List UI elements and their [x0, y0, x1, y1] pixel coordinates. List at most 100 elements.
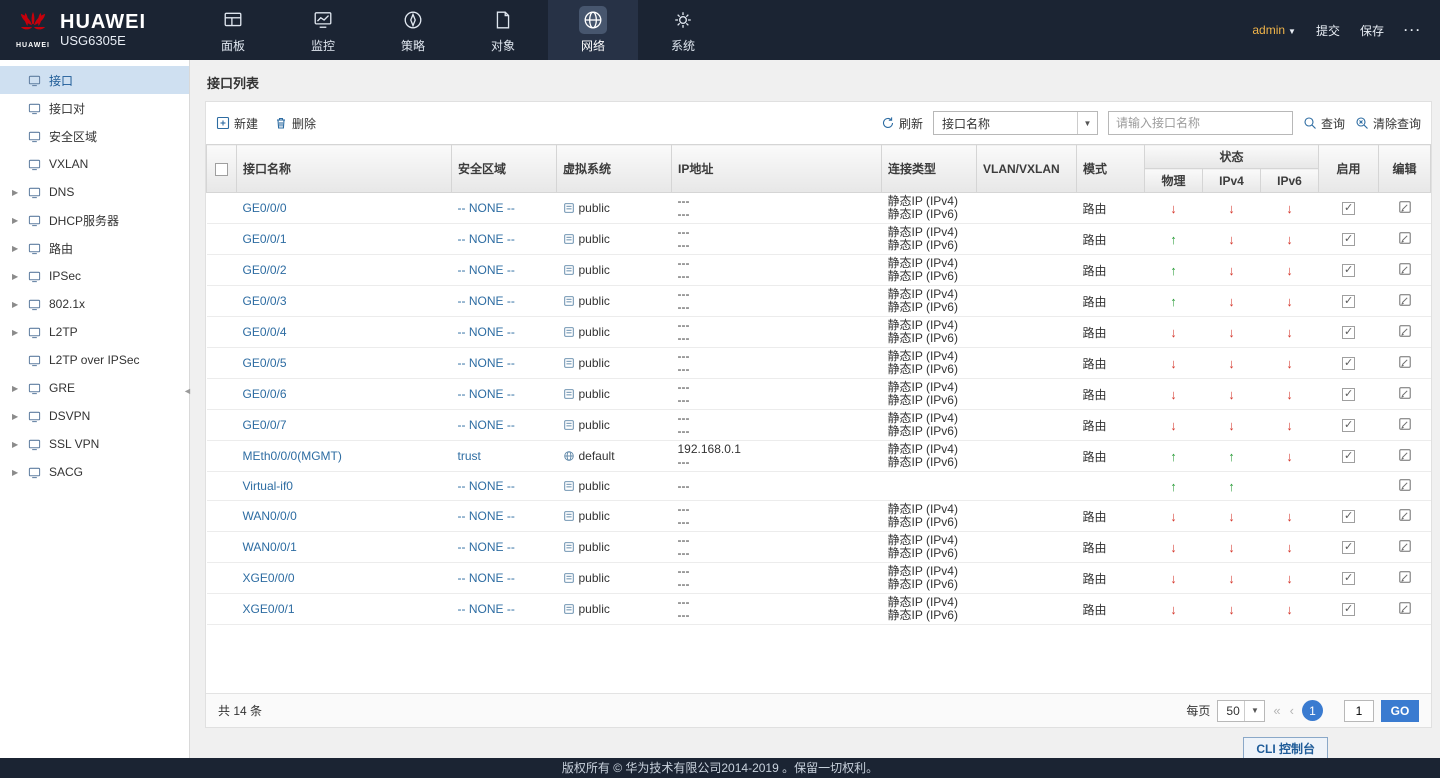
sidebar-item-DHCP服务器[interactable]: ▶DHCP服务器 — [0, 206, 189, 234]
commit-button[interactable]: 提交 — [1316, 22, 1340, 39]
sidebar-item-L2TP[interactable]: ▶L2TP — [0, 318, 189, 346]
enable-checkbox[interactable]: ✓ — [1342, 357, 1355, 370]
nav-item-对象[interactable]: 对象 — [458, 0, 548, 60]
edit-icon[interactable] — [1398, 448, 1412, 462]
sidebar-item-接口[interactable]: 接口 — [0, 66, 189, 94]
enable-checkbox[interactable]: ✓ — [1342, 603, 1355, 616]
col-security-zone[interactable]: 安全区域 — [452, 145, 557, 193]
interface-name-link[interactable]: WAN0/0/0 — [243, 509, 297, 523]
sidebar-item-DNS[interactable]: ▶DNS — [0, 178, 189, 206]
new-button[interactable]: 新建 — [216, 115, 258, 132]
interface-name-link[interactable]: MEth0/0/0(MGMT) — [243, 449, 342, 463]
clear-query-button[interactable]: 清除查询 — [1355, 115, 1421, 132]
col-ipv4[interactable]: IPv4 — [1203, 169, 1261, 193]
expand-arrow-icon[interactable]: ▶ — [12, 384, 28, 393]
zone-link[interactable]: -- NONE -- — [458, 325, 515, 339]
query-button[interactable]: 查询 — [1303, 115, 1345, 132]
interface-name-link[interactable]: GE0/0/4 — [243, 325, 287, 339]
filter-field-select[interactable]: 接口名称 ▼ — [933, 111, 1098, 135]
sidebar-item-DSVPN[interactable]: ▶DSVPN — [0, 402, 189, 430]
enable-checkbox[interactable]: ✓ — [1342, 572, 1355, 585]
sidebar-item-安全区域[interactable]: 安全区域 — [0, 122, 189, 150]
edit-icon[interactable] — [1398, 293, 1412, 307]
enable-checkbox[interactable]: ✓ — [1342, 264, 1355, 277]
enable-checkbox[interactable]: ✓ — [1342, 541, 1355, 554]
search-input[interactable] — [1108, 111, 1293, 135]
nav-item-面板[interactable]: 面板 — [188, 0, 278, 60]
enable-checkbox[interactable]: ✓ — [1342, 388, 1355, 401]
col-connection-type[interactable]: 连接类型 — [882, 145, 977, 193]
expand-arrow-icon[interactable]: ▶ — [12, 328, 28, 337]
delete-button[interactable]: 删除 — [274, 115, 316, 132]
goto-page-input[interactable] — [1344, 700, 1374, 722]
enable-checkbox[interactable]: ✓ — [1342, 202, 1355, 215]
enable-checkbox[interactable]: ✓ — [1342, 295, 1355, 308]
zone-link[interactable]: -- NONE -- — [458, 540, 515, 554]
expand-arrow-icon[interactable]: ▶ — [12, 244, 28, 253]
nav-item-系统[interactable]: 系统 — [638, 0, 728, 60]
zone-link[interactable]: -- NONE -- — [458, 479, 515, 493]
edit-icon[interactable] — [1398, 200, 1412, 214]
refresh-button[interactable]: 刷新 — [881, 115, 923, 132]
sidebar-item-GRE[interactable]: ▶GRE — [0, 374, 189, 402]
enable-checkbox[interactable]: ✓ — [1342, 450, 1355, 463]
edit-icon[interactable] — [1398, 570, 1412, 584]
edit-icon[interactable] — [1398, 478, 1412, 492]
current-page-button[interactable]: 1 — [1302, 700, 1323, 721]
zone-link[interactable]: -- NONE -- — [458, 571, 515, 585]
sidebar-item-路由[interactable]: ▶路由 — [0, 234, 189, 262]
edit-icon[interactable] — [1398, 386, 1412, 400]
sidebar-item-SACG[interactable]: ▶SACG — [0, 458, 189, 486]
save-button[interactable]: 保存 — [1360, 22, 1384, 39]
expand-arrow-icon[interactable]: ▶ — [12, 272, 28, 281]
sidebar-item-接口对[interactable]: 接口对 — [0, 94, 189, 122]
col-vlan-vxlan[interactable]: VLAN/VXLAN — [977, 145, 1077, 193]
sidebar-item-VXLAN[interactable]: VXLAN — [0, 150, 189, 178]
enable-checkbox[interactable]: ✓ — [1342, 233, 1355, 246]
expand-arrow-icon[interactable]: ▶ — [12, 188, 28, 197]
zone-link[interactable]: -- NONE -- — [458, 509, 515, 523]
zone-link[interactable]: -- NONE -- — [458, 263, 515, 277]
sidebar-item-IPSec[interactable]: ▶IPSec — [0, 262, 189, 290]
col-ipv6[interactable]: IPv6 — [1261, 169, 1319, 193]
interface-name-link[interactable]: XGE0/0/0 — [243, 571, 295, 585]
interface-name-link[interactable]: GE0/0/2 — [243, 263, 287, 277]
interface-name-link[interactable]: GE0/0/0 — [243, 201, 287, 215]
enable-checkbox[interactable]: ✓ — [1342, 326, 1355, 339]
zone-link[interactable]: -- NONE -- — [458, 201, 515, 215]
nav-item-网络[interactable]: 网络 — [548, 0, 638, 60]
expand-arrow-icon[interactable]: ▶ — [12, 412, 28, 421]
first-page-icon[interactable]: « — [1272, 703, 1281, 718]
sidebar-item-802.1x[interactable]: ▶802.1x — [0, 290, 189, 318]
go-button[interactable]: GO — [1381, 700, 1419, 722]
interface-name-link[interactable]: GE0/0/5 — [243, 356, 287, 370]
zone-link[interactable]: -- NONE -- — [458, 602, 515, 616]
interface-name-link[interactable]: GE0/0/3 — [243, 294, 287, 308]
nav-item-监控[interactable]: 监控 — [278, 0, 368, 60]
zone-link[interactable]: trust — [458, 449, 481, 463]
interface-name-link[interactable]: XGE0/0/1 — [243, 602, 295, 616]
prev-page-icon[interactable]: ‹ — [1289, 703, 1295, 718]
enable-checkbox[interactable]: ✓ — [1342, 419, 1355, 432]
select-all-checkbox[interactable] — [215, 163, 228, 176]
per-page-select[interactable]: 50 ▼ — [1217, 700, 1265, 722]
col-ip-address[interactable]: IP地址 — [672, 145, 882, 193]
edit-icon[interactable] — [1398, 417, 1412, 431]
interface-name-link[interactable]: GE0/0/1 — [243, 232, 287, 246]
interface-name-link[interactable]: GE0/0/6 — [243, 387, 287, 401]
enable-checkbox[interactable]: ✓ — [1342, 510, 1355, 523]
cli-console-button[interactable]: CLI 控制台 — [1243, 737, 1328, 758]
zone-link[interactable]: -- NONE -- — [458, 232, 515, 246]
col-physical[interactable]: 物理 — [1145, 169, 1203, 193]
expand-arrow-icon[interactable]: ▶ — [12, 300, 28, 309]
zone-link[interactable]: -- NONE -- — [458, 356, 515, 370]
interface-name-link[interactable]: Virtual-if0 — [243, 479, 293, 493]
edit-icon[interactable] — [1398, 231, 1412, 245]
expand-arrow-icon[interactable]: ▶ — [12, 216, 28, 225]
sidebar-item-SSL VPN[interactable]: ▶SSL VPN — [0, 430, 189, 458]
interface-name-link[interactable]: WAN0/0/1 — [243, 540, 297, 554]
interface-name-link[interactable]: GE0/0/7 — [243, 418, 287, 432]
zone-link[interactable]: -- NONE -- — [458, 294, 515, 308]
edit-icon[interactable] — [1398, 539, 1412, 553]
sidebar-item-L2TP over IPSec[interactable]: L2TP over IPSec — [0, 346, 189, 374]
